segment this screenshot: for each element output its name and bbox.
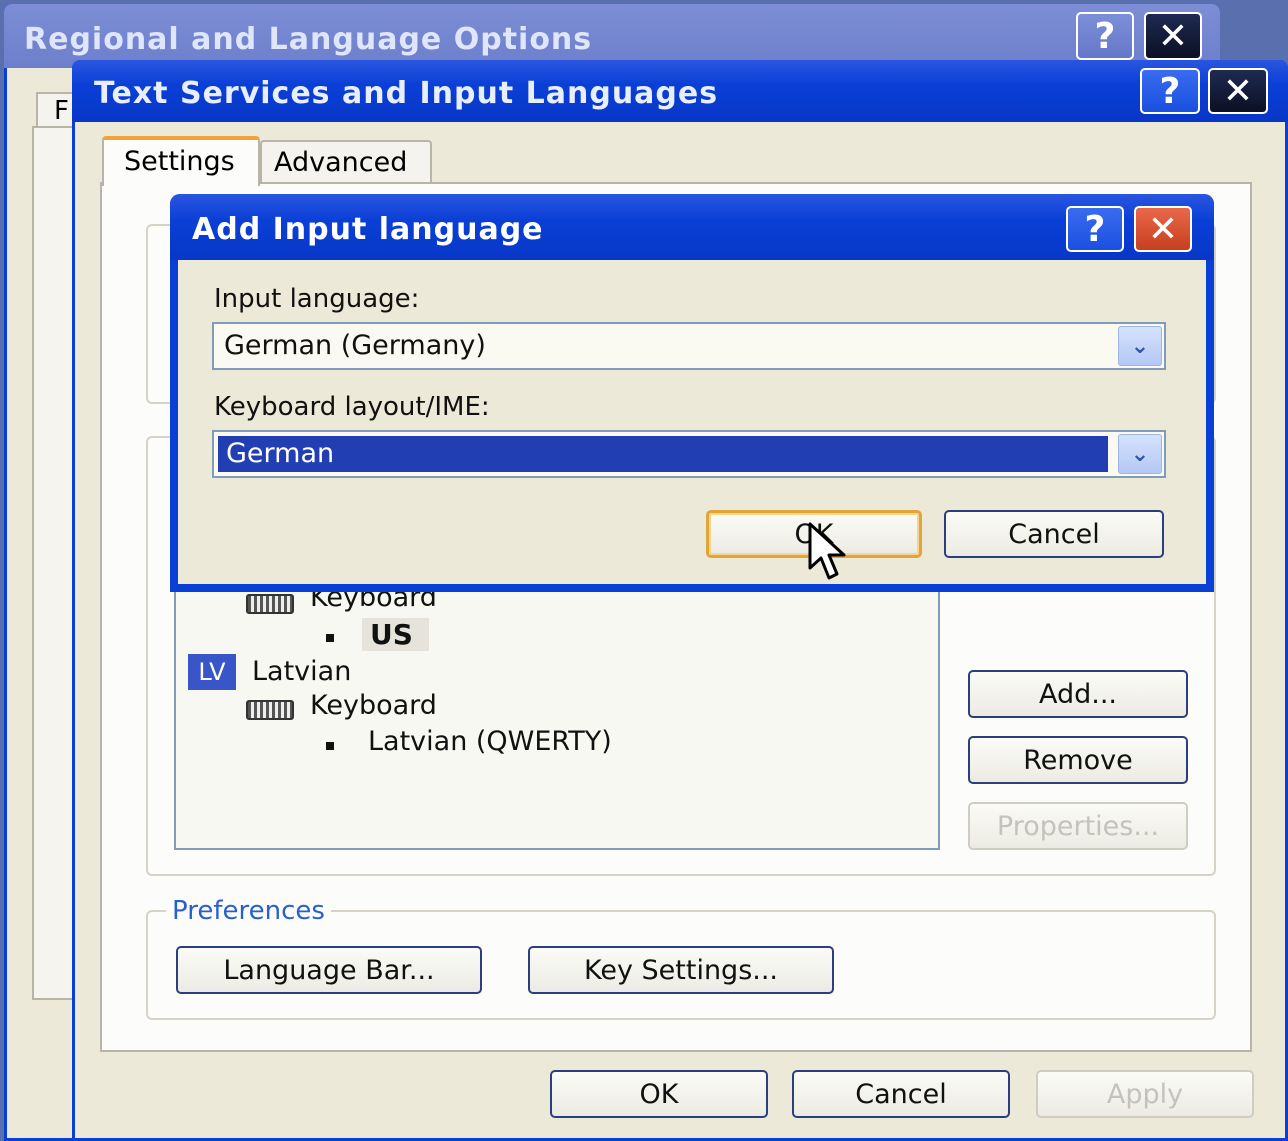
keyboard-layout-select[interactable]: German ⌄: [212, 430, 1166, 478]
add-button[interactable]: Add...: [968, 670, 1188, 718]
language-label: Latvian: [252, 656, 352, 687]
add-input-help-button[interactable]: ?: [1066, 206, 1124, 252]
add-input-title: Add Input language: [192, 212, 544, 247]
close-icon: ✕: [1157, 15, 1189, 57]
regional-window-titlebar: Regional and Language Options: [4, 4, 1220, 68]
key-settings-button[interactable]: Key Settings...: [528, 946, 834, 994]
tab-advanced[interactable]: Advanced: [260, 140, 432, 184]
apply-button[interactable]: Apply: [1036, 1070, 1254, 1118]
list-item[interactable]: Keyboard: [246, 690, 546, 724]
language-code-badge: LV: [188, 654, 236, 690]
keyboard-layout-value: German: [218, 436, 1108, 472]
dialog-cancel-button[interactable]: Cancel: [944, 510, 1164, 558]
language-bar-button[interactable]: Language Bar...: [176, 946, 482, 994]
cancel-button[interactable]: Cancel: [792, 1070, 1010, 1118]
layout-label: US: [362, 618, 429, 651]
tab-advanced-label: Advanced: [274, 147, 408, 178]
ok-button[interactable]: OK: [550, 1070, 768, 1118]
regional-tab-partial[interactable]: F: [36, 92, 76, 128]
mouse-cursor-icon: [808, 522, 846, 580]
text-services-title: Text Services and Input Languages: [94, 76, 719, 111]
tab-settings[interactable]: Settings: [102, 136, 260, 186]
bullet-icon: [326, 742, 334, 750]
input-language-label: Input language:: [214, 284, 420, 314]
service-label: Keyboard: [310, 690, 437, 721]
keyboard-icon: [246, 594, 294, 614]
add-input-titlebar: Add Input language: [170, 194, 1214, 260]
text-services-close-button[interactable]: ✕: [1208, 68, 1268, 114]
preferences-title: Preferences: [166, 896, 331, 926]
text-services-titlebar: Text Services and Input Languages: [72, 60, 1288, 122]
layout-label: Latvian (QWERTY): [368, 726, 612, 757]
list-item[interactable]: US: [320, 618, 440, 654]
text-services-help-button[interactable]: ?: [1140, 68, 1200, 114]
regional-help-button[interactable]: ?: [1076, 12, 1134, 60]
regional-window-title: Regional and Language Options: [24, 22, 593, 57]
close-icon: ✕: [1222, 70, 1254, 112]
keyboard-icon: [246, 700, 294, 720]
list-item[interactable]: LV Latvian: [188, 654, 488, 690]
close-icon: ✕: [1147, 208, 1179, 250]
chevron-down-icon[interactable]: ⌄: [1118, 434, 1162, 474]
chevron-down-icon[interactable]: ⌄: [1118, 326, 1162, 366]
input-language-value: German (Germany): [224, 330, 486, 361]
properties-button[interactable]: Properties...: [968, 802, 1188, 850]
remove-button[interactable]: Remove: [968, 736, 1188, 784]
add-input-close-button[interactable]: ✕: [1134, 206, 1192, 252]
tab-settings-label: Settings: [124, 146, 235, 177]
input-language-select[interactable]: German (Germany) ⌄: [212, 322, 1166, 370]
bullet-icon: [326, 634, 334, 642]
regional-close-button[interactable]: ✕: [1144, 12, 1202, 60]
keyboard-layout-label: Keyboard layout/IME:: [214, 392, 490, 422]
list-item[interactable]: Latvian (QWERTY): [320, 726, 680, 762]
